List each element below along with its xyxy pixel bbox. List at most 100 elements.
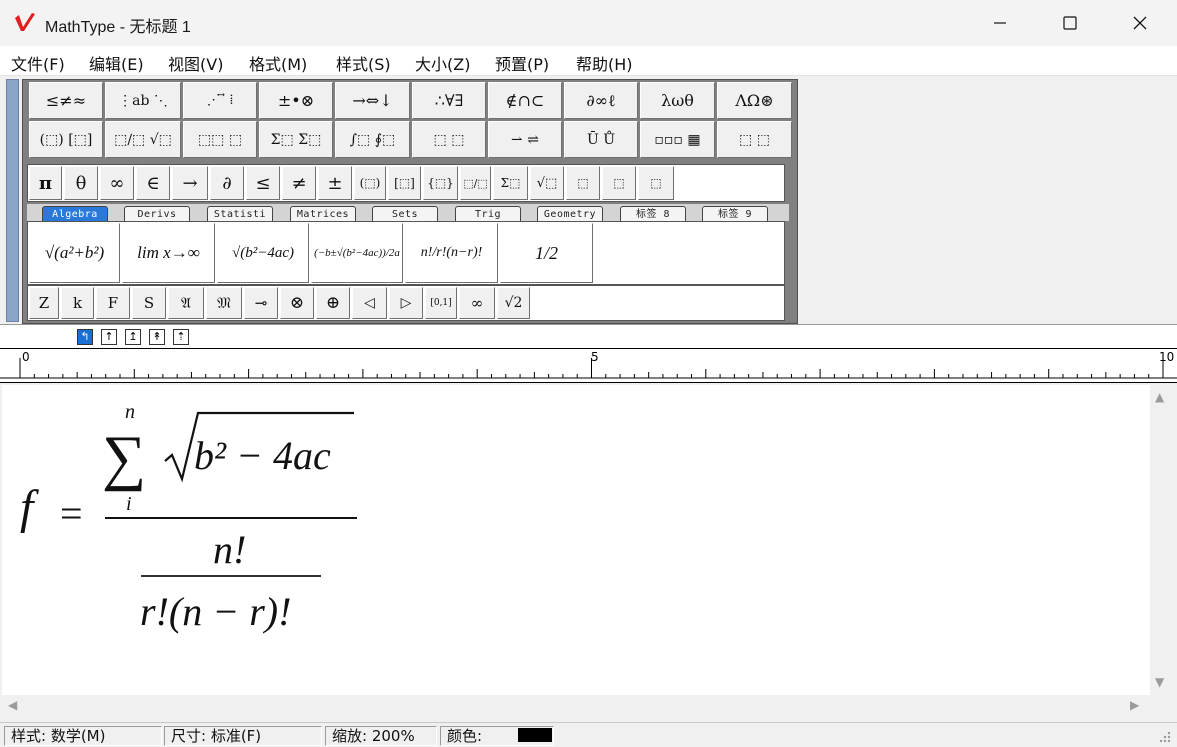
close-button[interactable] [1117, 0, 1163, 46]
palette-products[interactable]: Ū Ů [564, 121, 638, 158]
tab-derivs[interactable]: Derivs [124, 206, 190, 222]
symbol-element-of[interactable]: ∈ [136, 166, 170, 200]
resize-grip-icon[interactable] [1156, 730, 1172, 746]
tab-trig[interactable]: Trig [455, 206, 521, 222]
nudge-up-half-icon[interactable]: ↥ [125, 329, 141, 345]
symbol-summation[interactable]: Σ⬚ [493, 166, 528, 200]
nudge-up-under-icon[interactable]: ↟ [149, 329, 165, 345]
symbol-interval[interactable]: [0,1] [425, 287, 457, 319]
template-quadratic-formula[interactable]: (−b±√(b²−4ac))/2a [311, 223, 403, 283]
palette-boxes[interactable]: ⬚ ⬚ [717, 121, 792, 158]
status-zoom[interactable]: 缩放: 200% [325, 726, 437, 746]
symbol-leq[interactable]: ≤ [246, 166, 280, 200]
symbol-fraktur-a[interactable]: 𝔄 [168, 287, 204, 319]
tab-matrices[interactable]: Matrices [290, 206, 356, 222]
title-bar: MathType - 无标题 1 [0, 0, 1177, 46]
scroll-up-icon[interactable]: ▲ [1155, 390, 1164, 404]
scroll-right-icon[interactable]: ▶ [1130, 698, 1139, 712]
symbol-braces[interactable]: {⬚} [423, 166, 458, 200]
nudge-baseline-icon[interactable]: ↰ [77, 329, 93, 345]
symbol-fraktur-m[interactable]: 𝔐 [206, 287, 242, 319]
symbol-pi[interactable]: π [29, 166, 62, 200]
tab-statistics[interactable]: Statisti [207, 206, 273, 222]
symbol-partial[interactable]: ∂ [210, 166, 244, 200]
symbol-triangle-left[interactable]: ◁ [352, 287, 387, 319]
menu-preferences[interactable]: 预置(P) [495, 51, 549, 75]
palette-arrows[interactable]: →⇔↓ [335, 82, 410, 119]
symbol-infinity[interactable]: ∞ [100, 166, 134, 200]
horizontal-scrollbar[interactable]: ◀ ▶ [2, 695, 1150, 717]
nudge-up-dot-icon[interactable]: ⇡ [173, 329, 189, 345]
minimize-button[interactable] [977, 0, 1023, 46]
template-pythagoras[interactable]: √(a²+b²) [29, 223, 120, 283]
symbol-neq[interactable]: ≠ [282, 166, 316, 200]
template-limit[interactable]: lim x→∞ [122, 223, 215, 283]
equation: f = n ∑ i b² − 4ac n! r!(n − r)! [20, 401, 357, 634]
symbol-oplus[interactable]: ⊕ [316, 287, 350, 319]
ruler-mark-10: 10 [1159, 350, 1175, 364]
nudge-up-icon[interactable]: ↑ [101, 329, 117, 345]
symbol-otimes[interactable]: ⊗ [280, 287, 314, 319]
palette-subscripts[interactable]: ⬚⬚ ⬚ [183, 121, 257, 158]
vertical-scrollbar[interactable]: ▲ ▼ [1150, 385, 1172, 695]
palette-fractions-radicals[interactable]: ⬚∕⬚ √⬚ [105, 121, 181, 158]
symbol-parens[interactable]: (⬚) [354, 166, 386, 200]
symbol-blackboard-f[interactable]: F [96, 287, 130, 319]
symbol-superscript[interactable]: ⬚ [566, 166, 600, 200]
scroll-down-icon[interactable]: ▼ [1155, 675, 1164, 689]
symbol-sub-superscript[interactable]: ⬚ [638, 166, 674, 200]
menu-help[interactable]: 帮助(H) [576, 51, 633, 75]
palette-fences[interactable]: (⬚) [⬚] [29, 121, 103, 158]
menu-size[interactable]: 大小(Z) [415, 51, 470, 75]
sum-upper-limit: n [125, 401, 135, 423]
equation-editor[interactable]: f = n ∑ i b² − 4ac n! r!(n − r)! [2, 385, 1150, 695]
palette-summations[interactable]: Σ⬚ Σ⬚ [259, 121, 333, 158]
symbol-sqrt[interactable]: √⬚ [530, 166, 564, 200]
tab-geometry[interactable]: Geometry [537, 206, 603, 222]
palette-embellishments[interactable]: ⋰ ⃗ ⁞ [183, 82, 257, 119]
symbol-plus-minus[interactable]: ± [318, 166, 352, 200]
symbol-blackboard-k[interactable]: k [61, 287, 94, 319]
status-color-swatch[interactable] [518, 728, 552, 742]
equation-lhs: f [20, 481, 39, 534]
palette-underbars[interactable]: ⬚ ⬚ [412, 121, 486, 158]
symbol-fraction[interactable]: ⬚∕⬚ [460, 166, 491, 200]
scroll-left-icon[interactable]: ◀ [8, 698, 17, 712]
tab-algebra[interactable]: Algebra [42, 206, 108, 222]
equation-equals: = [60, 491, 83, 536]
maximize-button[interactable] [1047, 0, 1093, 46]
palette-misc-symbols[interactable]: ∂∞ℓ [564, 82, 638, 119]
menu-format[interactable]: 格式(M) [249, 51, 307, 75]
symbol-infinity-2[interactable]: ∞ [459, 287, 495, 319]
tab-label-8[interactable]: 标签 8 [620, 206, 686, 222]
tab-label-9[interactable]: 标签 9 [702, 206, 768, 222]
menu-edit[interactable]: 编辑(E) [89, 51, 144, 75]
menu-file[interactable]: 文件(F) [11, 51, 65, 75]
palette-set-theory[interactable]: ∉∩⊂ [488, 82, 562, 119]
symbol-subscript[interactable]: ⬚ [602, 166, 636, 200]
palette-matrices[interactable]: ▫▫▫ ▦ [640, 121, 715, 158]
palette-labeled-arrows[interactable]: ⇀ ⇌ [488, 121, 562, 158]
menu-view[interactable]: 视图(V) [168, 51, 223, 75]
palette-greek-upper[interactable]: ΛΩ⊛ [717, 82, 792, 119]
template-half[interactable]: 1/2 [500, 223, 593, 283]
symbol-blackboard-z[interactable]: Z [29, 287, 59, 319]
symbol-right-arrow[interactable]: → [172, 166, 208, 200]
symbol-script-s[interactable]: S [132, 287, 166, 319]
symbol-sqrt-2[interactable]: √2 [497, 287, 530, 319]
symbol-multimap[interactable]: ⊸ [244, 287, 278, 319]
palette-relations[interactable]: ≤≠≈ [29, 82, 103, 119]
palette-spaces-ellipses[interactable]: ⋮ab ⋱ [105, 82, 181, 119]
toolbar-grip[interactable] [6, 79, 19, 322]
symbol-triangle-right[interactable]: ▷ [389, 287, 423, 319]
palette-logic[interactable]: ∴∀∃ [412, 82, 486, 119]
tab-sets[interactable]: Sets [372, 206, 438, 222]
palette-greek-lower[interactable]: λωθ [640, 82, 715, 119]
template-combination[interactable]: n!/r!(n−r)! [405, 223, 498, 283]
palette-integrals[interactable]: ∫⬚ ∮⬚ [335, 121, 410, 158]
symbol-brackets[interactable]: [⬚] [388, 166, 421, 200]
palette-operators[interactable]: ±•⊗ [259, 82, 333, 119]
symbol-theta[interactable]: θ [64, 166, 98, 200]
menu-style[interactable]: 样式(S) [336, 51, 391, 75]
template-discriminant[interactable]: √(b²−4ac) [217, 223, 309, 283]
